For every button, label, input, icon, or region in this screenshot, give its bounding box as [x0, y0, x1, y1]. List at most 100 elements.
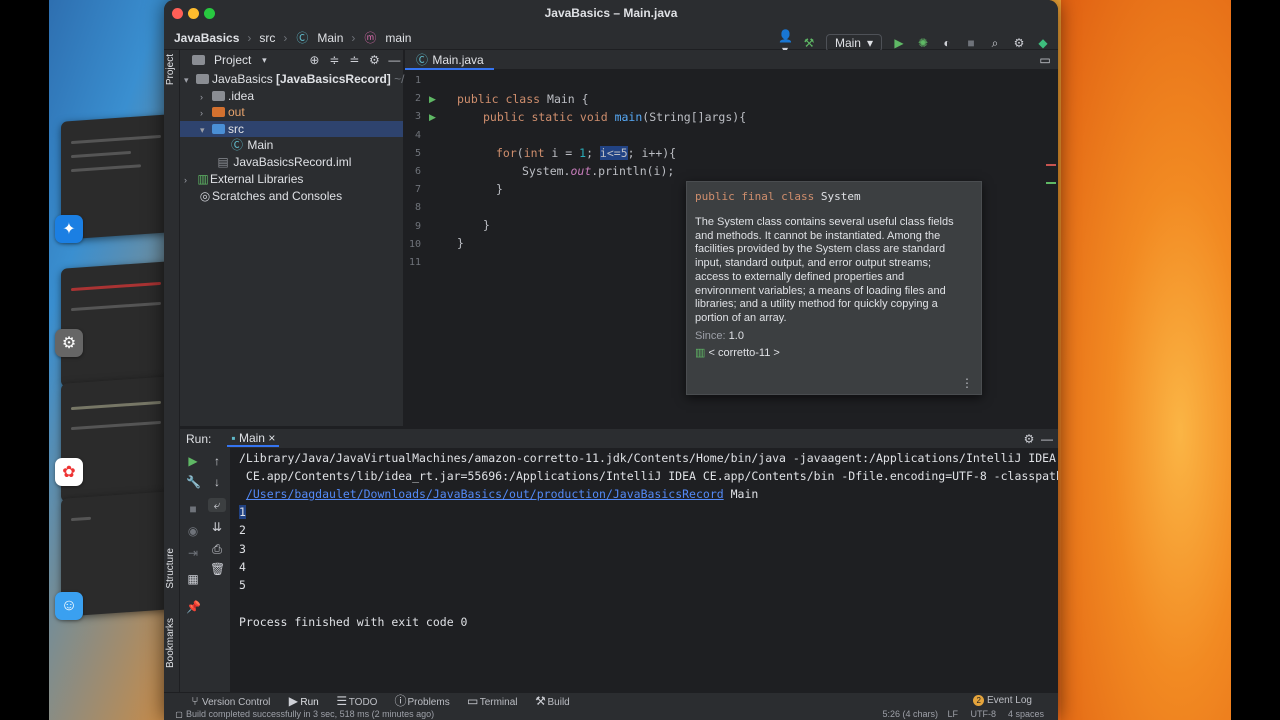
camera-icon[interactable]: ◉ [186, 524, 200, 538]
classpath-link[interactable]: /Users/bagdaulet/Downloads/JavaBasics/ou… [246, 487, 724, 501]
layout-icon[interactable]: ▦ [186, 572, 200, 586]
console-output: 4 [239, 560, 246, 574]
project-panel-title[interactable]: Project [214, 53, 251, 67]
hammer-icon[interactable]: ⚒ [802, 36, 816, 50]
window-thumbnail[interactable] [61, 261, 171, 387]
tree-item[interactable]: › .idea [200, 88, 254, 104]
line-number: 7 [414, 184, 421, 196]
settings-icon[interactable]: ⚙ [55, 329, 83, 357]
change-stripe-mark[interactable] [1046, 182, 1056, 184]
event-count-badge: 2 [973, 695, 985, 706]
finder-icon[interactable]: ☺ [55, 592, 83, 620]
expand-all-icon[interactable]: ≑ [327, 53, 341, 67]
selected-text: i<=5 [599, 146, 628, 160]
tree-item[interactable]: › out [200, 104, 245, 120]
line-number: 10 [408, 238, 421, 250]
tool-problems[interactable]: ⓘProblems [393, 694, 449, 708]
project-panel-header: Project ▾ ⊕ ≑ ≐ ⚙ — [180, 50, 403, 70]
tree-root[interactable]: ▾ JavaBasics [JavaBasicsRecord] ~/ [184, 71, 404, 87]
tool-run[interactable]: ▶ Run [286, 694, 319, 708]
pin-icon[interactable]: 📌 [186, 600, 201, 614]
tab-main-java[interactable]: Ⓒ Main.java [405, 50, 494, 70]
run-class-icon[interactable]: ▶ [429, 94, 436, 105]
doc-library[interactable]: ▥ < corretto-11 > [695, 346, 780, 359]
tool-terminal[interactable]: ▭Terminal [466, 694, 517, 708]
console-output: 2 [239, 523, 246, 537]
folder-icon [212, 107, 225, 117]
minimize-icon[interactable]: — [387, 53, 401, 67]
safari-icon[interactable]: ✦ [55, 215, 83, 243]
debug-icon[interactable]: ✺ [916, 36, 930, 50]
scratch-icon: ◎ [199, 189, 211, 203]
line-number: 3 [414, 111, 421, 123]
scroll-down-icon[interactable]: ↓ [210, 475, 224, 489]
console-output: 1 [239, 505, 246, 519]
collapse-all-icon[interactable]: ≐ [347, 53, 361, 67]
run-method-icon[interactable]: ▶ [429, 112, 436, 123]
stop-icon[interactable]: ■ [186, 502, 200, 516]
code-line-10: } [457, 236, 464, 250]
navigation-bar: JavaBasics › src › Ⓒ Main › ⓜ main 👤▾ ⚒ … [164, 26, 1058, 57]
run-icon[interactable]: ▶ [892, 36, 906, 50]
rerun-icon[interactable]: ▶ [186, 454, 200, 468]
quick-documentation-popup: public final class System The System cla… [686, 181, 982, 395]
gear-icon[interactable]: ⚙ [1022, 432, 1036, 446]
wrench-icon[interactable]: 🔧 [186, 475, 201, 489]
folder-icon [212, 124, 225, 134]
locate-icon[interactable]: ⊕ [307, 53, 321, 67]
breadcrumb-folder[interactable]: src [259, 31, 275, 45]
plugin-icon[interactable]: ◆ [1036, 36, 1050, 50]
more-options-icon[interactable]: ⋮ [961, 376, 973, 390]
tree-item[interactable]: › ▥External Libraries [184, 171, 303, 187]
error-stripe-mark[interactable] [1046, 164, 1056, 166]
doc-signature: public final class System [695, 190, 861, 203]
stop-icon[interactable]: ■ [964, 36, 978, 50]
status-message[interactable]: ▢ Build completed successfully in 3 sec, … [172, 708, 434, 720]
code-line-3: public static void main(String[]args){ [483, 110, 747, 124]
line-number: 2 [414, 93, 421, 105]
structure-tool-label[interactable]: Structure [165, 548, 176, 589]
caret-position[interactable]: 5:26 (4 chars) [882, 708, 938, 720]
coverage-icon[interactable]: ◐ [940, 36, 954, 50]
gear-icon[interactable]: ⚙ [367, 53, 381, 67]
console-exit-message: Process finished with exit code 0 [239, 615, 468, 629]
print-icon[interactable]: ⎙ [210, 542, 224, 556]
minimize-button[interactable] [188, 8, 199, 19]
run-tab-main[interactable]: ▪ Main × [227, 431, 280, 447]
tree-item-selected[interactable]: ▾ src [180, 121, 403, 137]
close-button[interactable] [172, 8, 183, 19]
project-tool-label[interactable]: Project [165, 54, 176, 85]
ide-window: JavaBasics – Main.java JavaBasics › src … [164, 0, 1058, 720]
tool-event-log[interactable]: 2 Event Log [973, 695, 1032, 706]
photos-icon[interactable]: ✿ [55, 458, 83, 486]
code-line-7: } [496, 182, 503, 196]
minimize-icon[interactable]: — [1040, 432, 1054, 446]
breadcrumb-method[interactable]: main [385, 31, 411, 45]
tool-todo[interactable]: ☰ TODO [335, 694, 377, 708]
breadcrumb-class[interactable]: Main [317, 31, 343, 45]
scroll-to-end-icon[interactable]: ⇊ [210, 520, 224, 534]
tree-item[interactable]: Ⓒ Main [230, 137, 273, 153]
zoom-button[interactable] [204, 8, 215, 19]
breadcrumb-project[interactable]: JavaBasics [174, 31, 239, 45]
reader-mode-icon[interactable]: ▭ [1038, 53, 1052, 67]
scroll-up-icon[interactable]: ↑ [210, 454, 224, 468]
tree-item[interactable]: ◎ Scratches and Consoles [198, 188, 342, 204]
indent-setting[interactable]: 4 spaces [1008, 708, 1044, 720]
status-bar: ▢ Build completed successfully in 3 sec, … [164, 708, 1058, 720]
tree-item[interactable]: ▤ JavaBasicsRecord.iml [216, 154, 351, 170]
search-icon[interactable]: ⌕ [988, 36, 1002, 50]
project-panel: Project ▾ ⊕ ≑ ≐ ⚙ — ▾ JavaBasics [JavaBas… [180, 50, 404, 426]
line-number: 6 [414, 166, 421, 177]
line-separator[interactable]: LF [947, 708, 958, 720]
trash-icon[interactable]: 🗑 [210, 562, 225, 576]
run-console[interactable]: /Library/Java/JavaVirtualMachines/amazon… [230, 448, 1058, 692]
exit-icon[interactable]: ⇥ [186, 546, 200, 560]
soft-wrap-icon[interactable]: ⤶ [208, 498, 226, 512]
gear-icon[interactable]: ⚙ [1012, 36, 1026, 50]
file-encoding[interactable]: UTF-8 [971, 708, 997, 720]
tool-version-control[interactable]: ⑂ Version Control [188, 694, 270, 708]
bookmarks-tool-label[interactable]: Bookmarks [165, 618, 176, 668]
library-icon: ▥ [695, 347, 706, 359]
tool-build[interactable]: ⚒ Build [534, 694, 570, 708]
